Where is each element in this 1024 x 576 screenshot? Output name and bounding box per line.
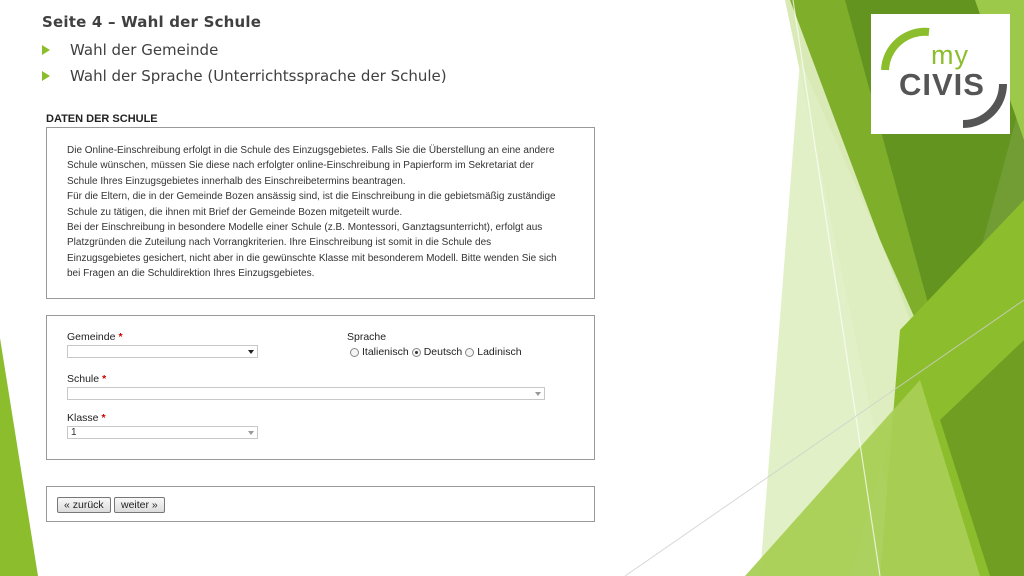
info-line: Platzgründen die Zuteilung nach Vorrangk… bbox=[67, 237, 492, 249]
bullet-arrow-icon bbox=[42, 44, 50, 55]
radio-label: Deutsch bbox=[423, 346, 463, 358]
klasse-label-text: Klasse bbox=[67, 412, 99, 424]
slide-title: Seite 4 – Wahl der Schule bbox=[42, 13, 262, 31]
radio-button-icon bbox=[465, 347, 475, 357]
schule-label-text: Schule bbox=[67, 373, 100, 385]
klasse-select-value: 1 bbox=[71, 427, 77, 438]
logo-text-civis: CIVIS bbox=[899, 67, 985, 102]
required-marker: * bbox=[102, 373, 107, 385]
required-marker: * bbox=[101, 412, 106, 424]
required-marker: * bbox=[118, 331, 123, 343]
gemeinde-select[interactable] bbox=[67, 345, 258, 358]
sprache-label: Sprache bbox=[347, 331, 387, 343]
back-button[interactable]: « zurück bbox=[57, 497, 111, 513]
section-heading: DATEN DER SCHULE bbox=[46, 113, 158, 125]
chevron-down-icon bbox=[248, 350, 254, 354]
radio-italienisch[interactable]: Italienisch bbox=[350, 346, 409, 358]
bullet-item: Wahl der Gemeinde bbox=[42, 40, 447, 66]
radio-button-selected-icon bbox=[411, 347, 421, 357]
schule-select[interactable] bbox=[67, 387, 545, 400]
school-form: Gemeinde * Sprache Italienisch Deutsch La… bbox=[46, 315, 595, 460]
info-line: Schule Ihres Einzugsgebietes innerhalb d… bbox=[67, 175, 406, 187]
next-button[interactable]: weiter » bbox=[114, 497, 165, 513]
bullet-text: Wahl der Gemeinde bbox=[70, 40, 219, 59]
bullet-arrow-icon bbox=[42, 70, 50, 81]
radio-label: Ladinisch bbox=[477, 346, 522, 358]
info-line: bei Fragen an die Schuldirektion Ihres E… bbox=[67, 268, 315, 280]
navigation-panel: « zurück weiter » bbox=[46, 486, 595, 522]
mycivis-logo: my CIVIS bbox=[871, 14, 1010, 134]
gemeinde-label-text: Gemeinde bbox=[67, 331, 116, 343]
radio-ladinisch[interactable]: Ladinisch bbox=[465, 346, 522, 358]
info-line: Die Online-Einschreibung erfolgt in die … bbox=[67, 145, 555, 156]
radio-deutsch[interactable]: Deutsch bbox=[411, 346, 463, 358]
sprache-radio-group: Italienisch Deutsch Ladinisch bbox=[350, 346, 525, 358]
gemeinde-label: Gemeinde * bbox=[67, 331, 123, 343]
info-panel: Die Online-Einschreibung erfolgt in die … bbox=[46, 127, 595, 299]
klasse-label: Klasse * bbox=[67, 412, 106, 424]
radio-button-icon bbox=[350, 347, 359, 357]
info-line: Einzugsgebietes gesichert, nicht aber in… bbox=[67, 252, 557, 264]
chevron-down-icon bbox=[535, 392, 541, 396]
chevron-down-icon bbox=[248, 431, 254, 435]
slide-bullet-list: Wahl der Gemeinde Wahl der Sprache (Unte… bbox=[42, 40, 447, 92]
info-line: Schule zu tätigen, die ihnen mit Brief d… bbox=[67, 206, 403, 218]
schule-label: Schule * bbox=[67, 373, 106, 385]
klasse-select[interactable]: 1 bbox=[67, 426, 258, 439]
bullet-text: Wahl der Sprache (Unterrichtssprache der… bbox=[70, 66, 447, 85]
info-line: Bei der Einschreibung in besondere Model… bbox=[67, 222, 543, 234]
bullet-item: Wahl der Sprache (Unterrichtssprache der… bbox=[42, 66, 447, 92]
info-line: Für die Eltern, die in der Gemeinde Boze… bbox=[67, 191, 556, 203]
info-line: Schule wünschen, müssen Sie diese nach e… bbox=[67, 160, 534, 172]
radio-label: Italienisch bbox=[362, 346, 409, 358]
